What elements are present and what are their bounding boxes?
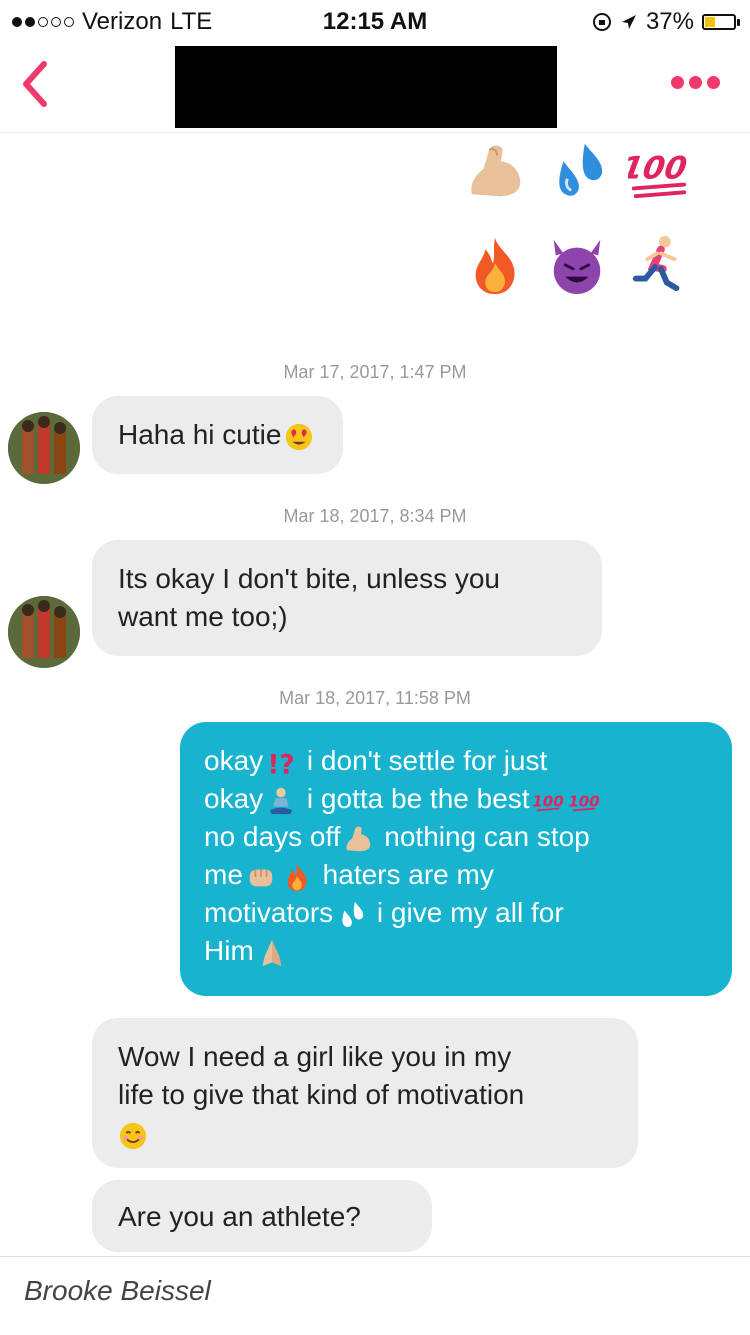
interrobang-icon: !? [268,750,295,778]
person-running-icon [632,235,680,292]
battery-icon [702,14,740,30]
message-text-line: motivators i give my all for [204,894,708,932]
message-text: haters are my [314,859,494,890]
message-text: i gotta be the best [299,783,530,814]
rotation-lock-icon [592,13,611,31]
flexed-biceps-icon [347,826,371,851]
emoji-message-row-1: 100 [464,140,690,202]
fire-icon [475,237,515,295]
message-text: no days off [204,821,341,852]
message-text: Haha hi cutie [118,419,282,450]
message-text: i don't settle for just [299,745,548,776]
redacted-contact-name [175,46,557,128]
location-arrow-icon [621,15,636,29]
message-text-line: want me too;) [118,601,288,632]
message-text-line: okay i gotta be the best 100 100 [204,780,708,818]
flexed-biceps-icon [471,145,521,197]
message-text: okay [204,745,264,776]
avatar[interactable] [8,412,80,484]
person-lotus-position-icon [269,787,293,814]
incoming-message: Haha hi cutie [92,396,344,474]
message-text: Him [204,935,254,966]
message-text-line: okay!? i don't settle for just [204,742,708,780]
sweat-droplets-icon [342,901,364,927]
message-text-line: life to give that kind of motivation [118,1079,525,1110]
message-text: me [204,859,243,890]
incoming-message: Are you an athlete? [92,1180,432,1252]
message-text: motivators [204,897,334,928]
message-text: i give my all for [369,897,564,928]
message-timestamp: Mar 18, 2017, 11:58 PM [279,688,471,708]
battery-percent: 37% [645,8,694,35]
back-button[interactable] [12,54,62,114]
svg-text:!?: !? [268,750,295,778]
folded-hands-icon [262,939,282,966]
fire-icon [287,863,307,891]
hundred-points-icon: 100 [569,792,599,811]
avatar[interactable] [8,596,80,668]
message-text-line: Him [204,932,708,970]
sweat-droplets-icon [559,143,603,196]
emoji-message-row-2 [464,234,690,296]
message-timestamp: Mar 17, 2017, 1:47 PM [283,362,467,382]
hundred-points-icon: 100 [628,151,689,199]
footer: Brooke Beissel [0,1256,750,1335]
smiling-devil-icon [553,239,601,295]
message-text-line: Its okay I don't bite, unless you [118,563,501,594]
svg-text:100: 100 [628,151,689,187]
smiling-face-icon [119,1122,147,1149]
status-bar: Verizon LTE 12:15 AM 37% [0,0,750,44]
message-text: okay [204,783,264,814]
message-text-line: me haters are my [204,856,708,894]
hundred-points-icon: 100 [533,792,563,811]
incoming-message: Its okay I don't bite, unless you want m… [92,540,602,656]
message-text: nothing can stop [376,821,590,852]
outgoing-message: okay!? i don't settle for just okay i go… [180,722,732,996]
message-text-line: no days off nothing can stop [204,818,708,856]
chevron-left-icon [23,61,47,107]
more-options-button[interactable] [671,76,720,89]
credit-text: Brooke Beissel [24,1275,211,1306]
oncoming-fist-icon [249,869,273,886]
heart-eyes-emoji-icon [286,423,313,450]
message-timestamp: Mar 18, 2017, 8:34 PM [283,506,467,526]
chat-header [0,44,750,133]
message-text: Are you an athlete? [118,1201,361,1232]
status-right: 37% [592,8,740,36]
incoming-message: Wow I need a girl like you in my life to… [92,1018,638,1168]
message-text-line: Wow I need a girl like you in my [118,1041,512,1072]
